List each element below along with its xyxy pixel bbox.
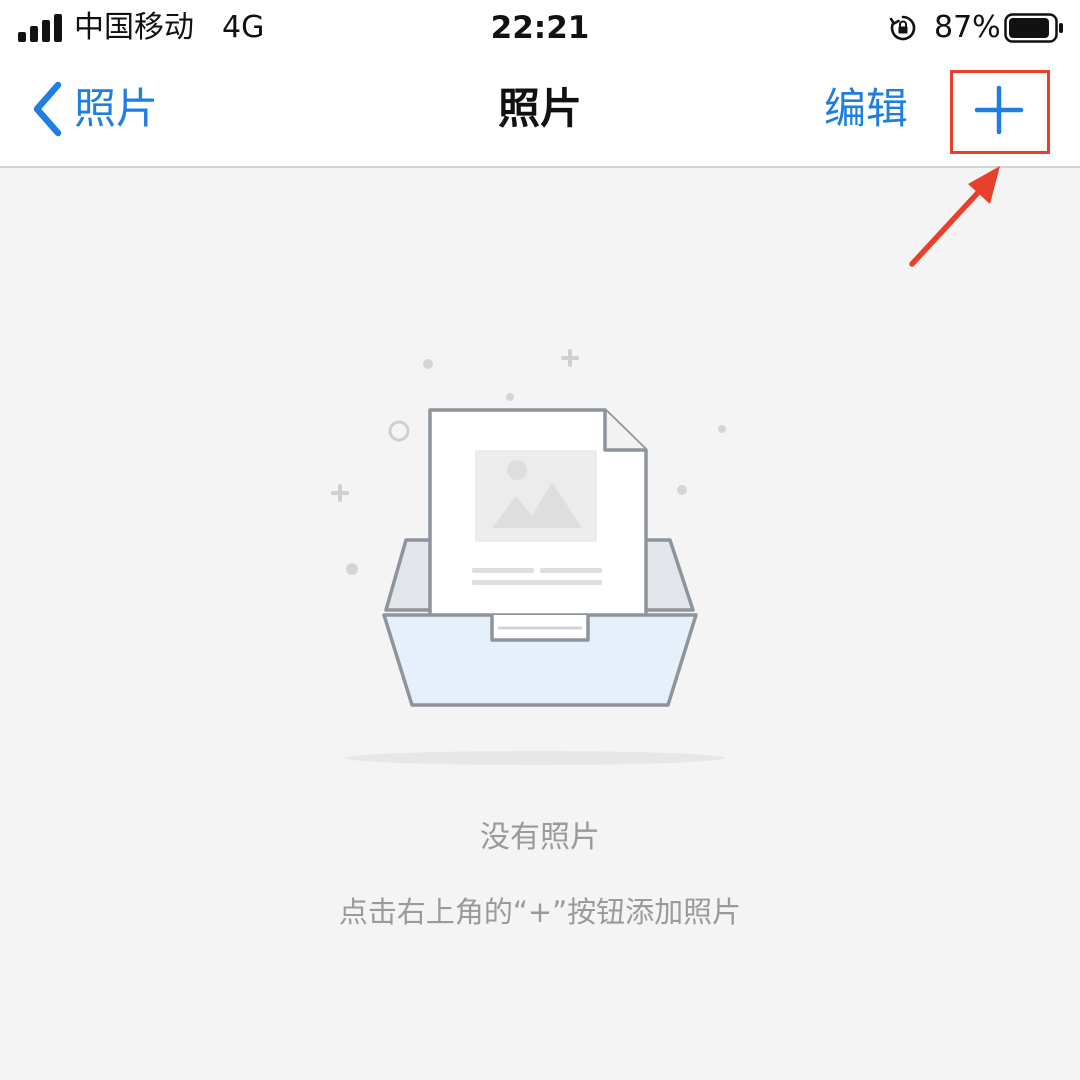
rotation-lock-icon bbox=[889, 15, 916, 41]
add-button[interactable] bbox=[952, 71, 1046, 149]
status-bar: 中国移动 4G 22:21 87% bbox=[0, 0, 1080, 55]
edit-button[interactable]: 编辑 bbox=[824, 77, 908, 141]
nav-bar: 照片 照片 编辑 bbox=[0, 55, 1080, 168]
annotation-arrow-icon bbox=[909, 166, 1000, 267]
battery-percent: 87% bbox=[934, 10, 1001, 45]
back-label: 照片 bbox=[74, 84, 159, 133]
chevron-left-icon bbox=[33, 81, 62, 137]
plus-icon bbox=[974, 85, 1024, 135]
empty-state-hint: 点击右上角的“+”按钮添加照片 bbox=[338, 895, 742, 929]
battery-icon bbox=[1004, 13, 1063, 43]
empty-tray-image-icon bbox=[331, 349, 726, 765]
page-title: 照片 bbox=[497, 84, 582, 133]
status-time: 22:21 bbox=[490, 10, 590, 46]
back-button[interactable]: 照片 bbox=[30, 77, 158, 141]
empty-state-title: 没有照片 bbox=[480, 820, 600, 855]
